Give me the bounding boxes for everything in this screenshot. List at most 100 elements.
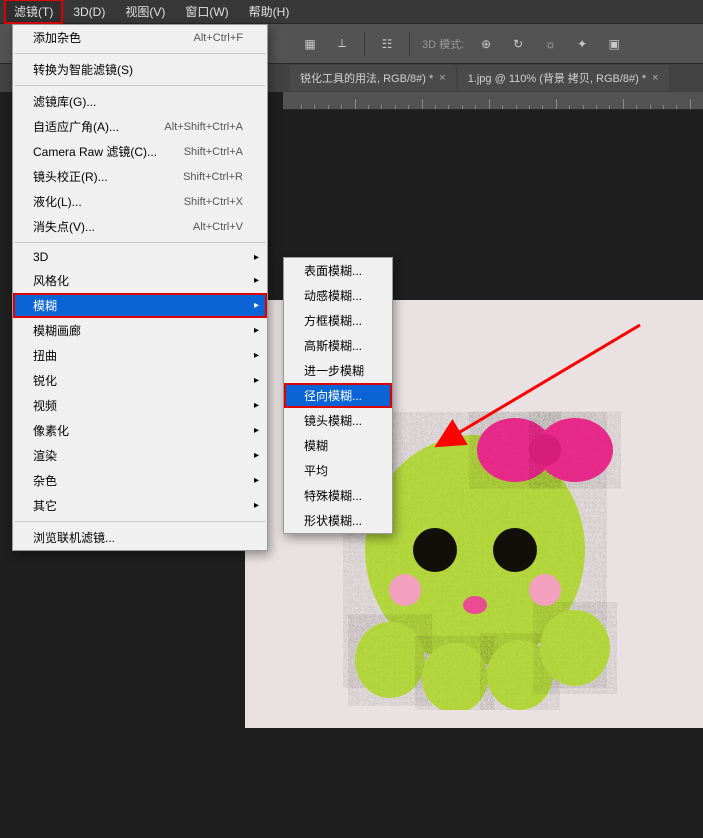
menu-filter[interactable]: 滤镜(T) [4,0,63,24]
submenu-item-label: 高斯模糊... [304,337,362,354]
menu-item-label: 转换为智能滤镜(S) [33,61,133,78]
menu-item-label: 像素化 [33,422,69,439]
menu-item-label: 添加杂色 [33,29,81,46]
submenu-item-label: 表面模糊... [304,262,362,279]
submenu-item-label: 模糊 [304,437,328,454]
submenu-item-label: 特殊模糊... [304,487,362,504]
menu-shortcut: Alt+Ctrl+V [193,221,243,233]
menu-item[interactable]: 添加杂色 Alt+Ctrl+F [13,25,267,50]
menu-item[interactable]: 浏览联机滤镜... [13,525,267,550]
menu-item-label: 模糊 [33,297,57,314]
menu-item[interactable]: 其它▸ [13,493,267,518]
submenu-item[interactable]: 动感模糊... [284,283,392,308]
menu-item[interactable]: 杂色 ▸ [13,468,267,493]
submenu-item[interactable]: 高斯模糊... [284,333,392,358]
chevron-right-icon: ▸ [254,325,259,336]
ruler-icon[interactable]: ⟂ [332,34,352,54]
chevron-right-icon: ▸ [254,425,259,436]
submenu-item[interactable]: 方框模糊... [284,308,392,333]
menu-shortcut: Shift+Ctrl+X [184,196,243,208]
target-icon[interactable]: ✦ [572,34,592,54]
menu-shortcut: Alt+Shift+Ctrl+A [164,121,243,133]
menu-item[interactable]: 模糊画廊 ▸ [13,318,267,343]
blur-submenu: 表面模糊... 动感模糊... 方框模糊... 高斯模糊... 进一步模糊径向模糊...… [283,257,393,534]
submenu-item-label: 进一步模糊 [304,362,364,379]
menu-item[interactable]: 风格化 ▸ [13,268,267,293]
submenu-item-label: 方框模糊... [304,312,362,329]
menu-help[interactable]: 帮助(H) [239,0,300,24]
menu-shortcut: Alt+Ctrl+F [193,32,243,44]
document-tab[interactable]: 1.jpg @ 110% (背景 拷贝, RGB/8#) * × [458,65,669,91]
menu-view[interactable]: 视图(V) [115,0,175,24]
chevron-right-icon: ▸ [254,275,259,286]
submenu-item[interactable]: 模糊 [284,433,392,458]
menu-shortcut: Shift+Ctrl+A [184,146,243,158]
submenu-item[interactable]: 径向模糊... [284,383,392,408]
menu-item[interactable]: 转换为智能滤镜(S) [13,57,267,82]
menu-item-label: 杂色 [33,472,57,489]
menu-item[interactable]: 锐化▸ [13,368,267,393]
menu-item[interactable]: 视频 ▸ [13,393,267,418]
orbit-icon[interactable]: ⊕ [476,34,496,54]
menu-item[interactable]: 扭曲 ▸ [13,343,267,368]
chevron-right-icon: ▸ [254,450,259,461]
submenu-item-label: 平均 [304,462,328,479]
horizontal-ruler [283,92,703,110]
menubar: 滤镜(T) 3D(D) 视图(V) 窗口(W) 帮助(H) [0,0,703,24]
menu-item-label: 视频 [33,397,57,414]
menu-item[interactable]: Camera Raw 滤镜(C)...Shift+Ctrl+A [13,139,267,164]
menu-item-label: 浏览联机滤镜... [33,529,115,546]
close-icon[interactable]: × [439,72,445,84]
divider [409,32,410,56]
menu-separator [15,85,265,86]
menu-item[interactable]: 渲染 ▸ [13,443,267,468]
menu-item-label: 扭曲 [33,347,57,364]
menu-item-label: 渲染 [33,447,57,464]
submenu-item[interactable]: 进一步模糊 [284,358,392,383]
chevron-right-icon: ▸ [254,475,259,486]
filter-dropdown: 添加杂色Alt+Ctrl+F转换为智能滤镜(S)滤镜库(G)...自适应广角(A… [12,24,268,551]
chevron-right-icon: ▸ [254,300,259,311]
submenu-item[interactable]: 特殊模糊... [284,483,392,508]
menu-3d[interactable]: 3D(D) [63,1,115,23]
menu-item[interactable]: 滤镜库(G)... [13,89,267,114]
menu-item-label: 模糊画廊 [33,322,81,339]
menu-item-label: 3D [33,250,48,264]
submenu-item-label: 形状模糊... [304,512,362,529]
camera-icon[interactable]: ▣ [604,34,624,54]
layout-icon[interactable]: ☷ [377,34,397,54]
menu-item-label: 锐化 [33,372,57,389]
menu-shortcut: Shift+Ctrl+R [183,171,243,183]
rotate-icon[interactable]: ↻ [508,34,528,54]
submenu-item[interactable]: 形状模糊... [284,508,392,533]
menu-item-label: 消失点(V)... [33,218,95,235]
light-icon[interactable]: ☼ [540,34,560,54]
submenu-item[interactable]: 表面模糊... [284,258,392,283]
menu-item[interactable]: 像素化 ▸ [13,418,267,443]
chevron-right-icon: ▸ [254,500,259,511]
menu-separator [15,242,265,243]
menu-window[interactable]: 窗口(W) [175,0,238,24]
chevron-right-icon: ▸ [254,400,259,411]
grid-icon[interactable]: ▦ [300,34,320,54]
menu-item[interactable]: 液化(L)...Shift+Ctrl+X [13,189,267,214]
tab-label: 1.jpg @ 110% (背景 拷贝, RGB/8#) * [468,70,646,86]
menu-separator [15,521,265,522]
submenu-item[interactable]: 平均 [284,458,392,483]
menu-item[interactable]: 镜头校正(R)... Shift+Ctrl+R [13,164,267,189]
chevron-right-icon: ▸ [254,350,259,361]
submenu-item-label: 镜头模糊... [304,412,362,429]
menu-item[interactable]: 消失点(V)... Alt+Ctrl+V [13,214,267,239]
menu-item-label: 风格化 [33,272,69,289]
menu-item[interactable]: 3D▸ [13,246,267,268]
submenu-item-label: 动感模糊... [304,287,362,304]
divider [364,32,365,56]
mode-label: 3D 模式: [422,36,464,52]
document-tab[interactable]: 锐化工具的用法, RGB/8#) * × [290,65,456,91]
menu-item-label: 镜头校正(R)... [33,168,108,185]
close-icon[interactable]: × [652,72,658,84]
menu-item[interactable]: 模糊 ▸ [13,293,267,318]
menu-item-label: 自适应广角(A)... [33,118,119,135]
menu-item[interactable]: 自适应广角(A)... Alt+Shift+Ctrl+A [13,114,267,139]
submenu-item[interactable]: 镜头模糊... [284,408,392,433]
